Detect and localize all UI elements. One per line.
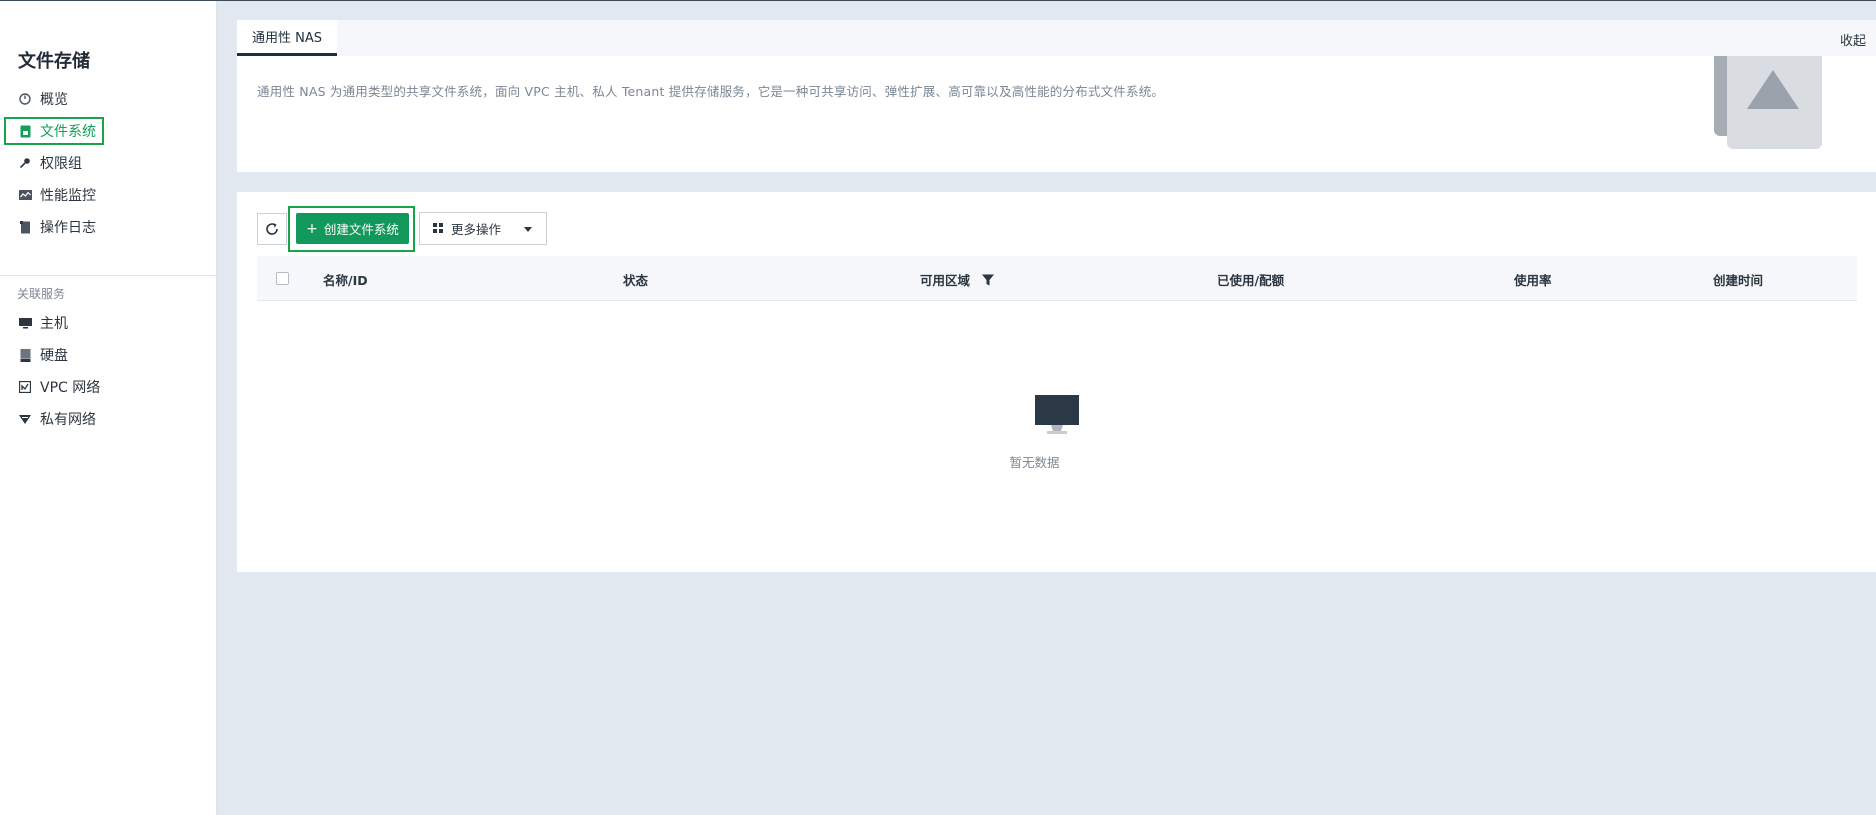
sidebar-item-label: 操作日志 [40,220,96,236]
sidebar-item-disk[interactable]: 硬盘 [4,341,104,369]
file-system-icon [18,124,32,138]
tab-general-nas[interactable]: 通用性 NAS [237,20,337,56]
illustration-shadow [1714,56,1728,136]
sidebar-item-label: 主机 [40,316,68,332]
collapse-link[interactable]: 收起 [1840,30,1866,49]
top-border [0,0,1876,1]
select-all-checkbox[interactable] [276,272,289,285]
tab-bar: 通用性 NAS 收起 [237,20,1876,56]
sidebar-item-overview[interactable]: 概览 [4,85,104,113]
more-actions-label: 更多操作 [451,222,502,237]
create-file-system-button[interactable]: + 创建文件系统 [296,213,409,244]
sidebar-item-label: 权限组 [40,156,82,172]
key-icon [18,156,32,170]
column-usage-rate[interactable]: 使用率 [1514,270,1552,289]
refresh-button[interactable] [257,213,287,245]
sidebar-item-label: 性能监控 [40,188,96,204]
dashboard-icon [18,92,32,106]
sidebar-item-operation-log[interactable]: 操作日志 [4,213,104,241]
private-network-icon [18,412,32,426]
column-created-time[interactable]: 创建时间 [1713,270,1763,289]
file-system-panel: + 创建文件系统 更多操作 名称/ID 状态 可用区域 已使用/配额 使用率 创… [237,192,1876,572]
column-used-quota[interactable]: 已使用/配额 [1217,270,1284,289]
sidebar-item-permission-group[interactable]: 权限组 [4,149,104,177]
intro-card: 通用性 NAS 为通用类型的共享文件系统，面向 VPC 主机、私人 Tenant… [237,56,1876,172]
disk-icon [18,348,32,362]
empty-state-text: 暂无数据 [1009,455,1060,470]
intro-description: 通用性 NAS 为通用类型的共享文件系统，面向 VPC 主机、私人 Tenant… [257,84,1165,99]
chevron-down-icon [524,227,532,232]
sidebar-item-label: 私有网络 [40,412,96,428]
sidebar-item-label: VPC 网络 [40,380,101,396]
column-status[interactable]: 状态 [623,270,648,289]
monitor-chart-icon [18,188,32,202]
sidebar-item-label: 文件系统 [40,124,96,140]
host-icon [18,316,32,330]
sidebar-item-host[interactable]: 主机 [4,309,104,337]
create-button-label: 创建文件系统 [323,222,399,237]
mountain-icon [1747,70,1799,109]
sidebar-item-label: 概览 [40,92,68,108]
empty-monitor-icon [1035,395,1079,439]
sidebar-item-label: 硬盘 [40,348,68,364]
column-zone-label: 可用区域 [920,273,971,288]
sidebar-item-vpc[interactable]: VPC 网络 [4,373,104,401]
table-header: 名称/ID 状态 可用区域 已使用/配额 使用率 创建时间 [257,256,1857,301]
plus-icon: + [306,220,318,237]
sidebar-title: 文件存储 [18,51,90,72]
grid-icon [433,221,443,236]
column-zone[interactable]: 可用区域 [920,270,995,289]
filter-icon[interactable] [982,274,995,289]
vpc-icon [18,380,32,394]
sidebar-item-private-network[interactable]: 私有网络 [4,405,104,433]
sidebar-item-performance[interactable]: 性能监控 [4,181,104,209]
sidebar: 文件存储 概览 文件系统 权限组 性能监控 操作日志 关联服务 主机 硬盘 VP… [0,1,217,815]
illustration-image [1727,56,1822,149]
sidebar-item-file-system[interactable]: 文件系统 [4,117,104,145]
more-actions-dropdown[interactable]: 更多操作 [419,212,547,245]
sidebar-section-title: 关联服务 [17,287,66,301]
refresh-icon [266,223,278,235]
sidebar-divider [0,275,217,276]
log-icon [18,220,32,234]
column-name-id[interactable]: 名称/ID [323,270,368,289]
